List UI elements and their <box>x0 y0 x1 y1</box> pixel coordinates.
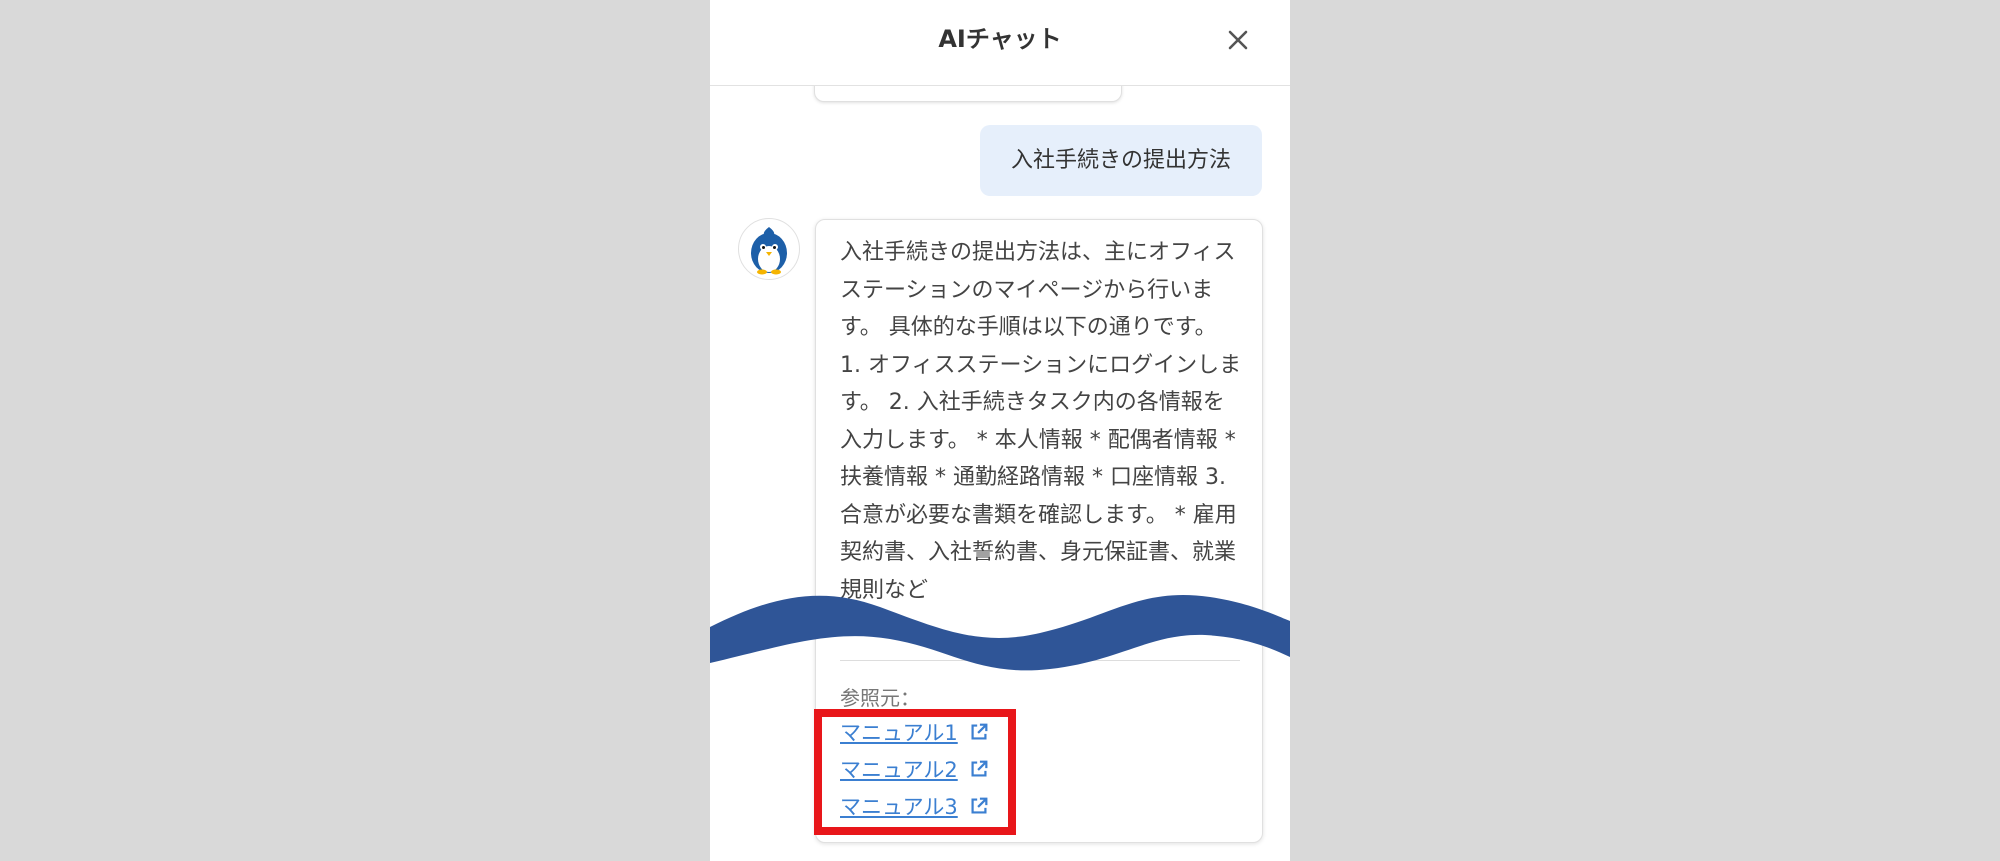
bot-message-text: 入社手続きの提出方法は、主にオフィスステーションのマイページから行います。 具体… <box>840 240 1242 603</box>
close-icon <box>1228 30 1248 50</box>
references-label: 参照元： <box>840 686 920 710</box>
omission-wave <box>710 595 1290 671</box>
penguin-icon <box>751 227 787 275</box>
references-highlight-box <box>814 709 1016 835</box>
bot-avatar <box>738 218 800 280</box>
chat-title: AIチャット <box>938 25 1062 53</box>
close-button[interactable] <box>1222 24 1254 56</box>
chat-header: AIチャット <box>710 0 1290 86</box>
user-message: 入社手続きの提出方法 <box>980 125 1262 196</box>
